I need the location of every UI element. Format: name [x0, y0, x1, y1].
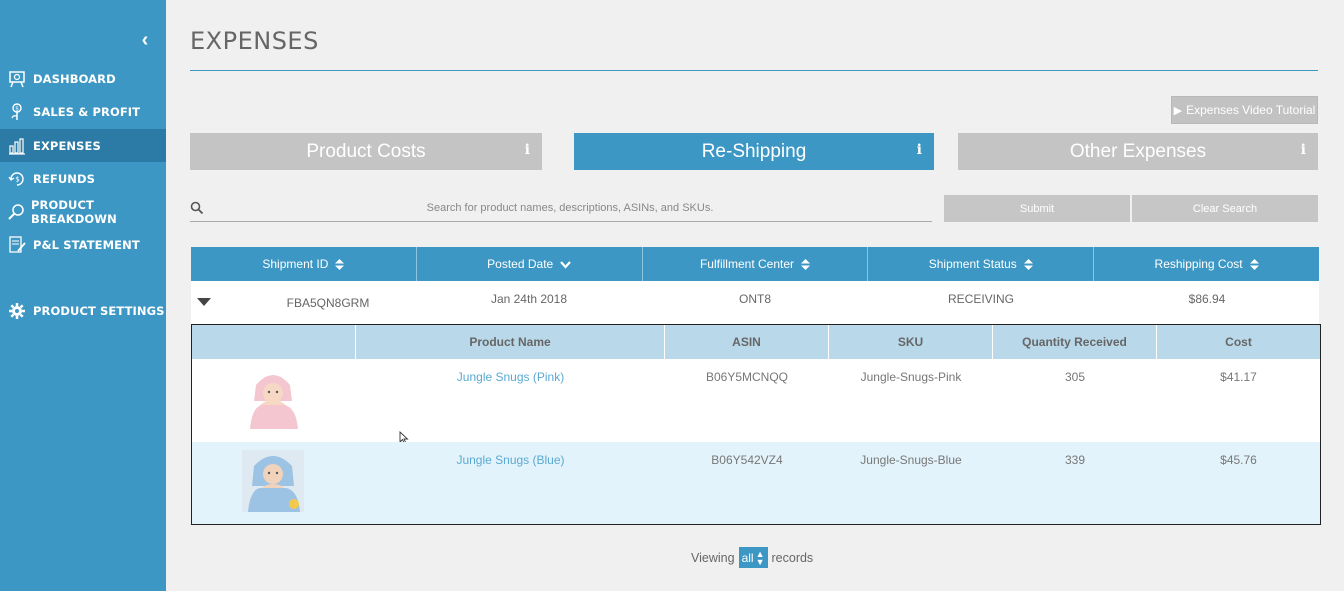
quantity-cell: 305: [1064, 370, 1086, 384]
info-icon[interactable]: i: [917, 142, 922, 158]
column-header-asin: ASIN: [665, 325, 829, 359]
title-divider: [190, 70, 1318, 71]
product-image: [242, 367, 304, 429]
sidebar-item-sales-profit[interactable]: $ SALES & PROFIT: [0, 95, 166, 128]
product-image: [242, 450, 304, 512]
column-header-label: Fulfillment Center: [699, 257, 794, 271]
collapse-sidebar-icon[interactable]: ‹: [136, 30, 154, 50]
video-tutorial-label: Expenses Video Tutorial: [1186, 103, 1316, 117]
video-tutorial-button[interactable]: ▶ Expenses Video Tutorial: [1171, 96, 1318, 124]
product-name-link[interactable]: Jungle Snugs (Pink): [356, 370, 665, 384]
sidebar-item-expenses[interactable]: EXPENSES: [0, 129, 166, 162]
records-count-select[interactable]: all ▲ ▼: [738, 547, 768, 568]
sidebar-item-label: EXPENSES: [33, 138, 101, 153]
shipments-table-header: Shipment ID Posted Date Fulfillment Cent…: [191, 247, 1319, 281]
sidebar-item-label: SALES & PROFIT: [33, 104, 141, 119]
dashboard-icon: [7, 69, 27, 89]
svg-text:$: $: [15, 175, 19, 183]
column-header-quantity-received: Quantity Received: [993, 325, 1157, 359]
clear-search-button[interactable]: Clear Search: [1132, 195, 1318, 222]
select-arrows-icon: ▲ ▼: [755, 548, 765, 567]
cost-cell: $41.17: [1220, 370, 1257, 384]
bar-chart-icon: [7, 136, 27, 156]
quantity-cell: 339: [1064, 453, 1086, 467]
gear-icon: [7, 301, 27, 321]
tab-label: Other Expenses: [1069, 140, 1207, 162]
asin-cell: B06Y5MCNQQ: [705, 370, 789, 384]
sort-icon: [335, 258, 345, 270]
table-row[interactable]: Jungle Snugs (Blue) B06Y542VZ4 Jungle-Sn…: [192, 442, 1320, 524]
column-header-label: Shipment ID: [262, 257, 329, 271]
sort-icon: [1023, 258, 1033, 270]
sidebar-item-product-settings[interactable]: PRODUCT SETTINGS: [0, 294, 166, 327]
tab-re-shipping[interactable]: Re-Shipping i: [574, 133, 934, 170]
chevron-down-icon: [560, 259, 572, 270]
tab-product-costs[interactable]: Product Costs i: [190, 133, 542, 170]
column-header-image: [192, 325, 356, 359]
submit-button[interactable]: Submit: [944, 195, 1130, 222]
column-header-product-name: Product Name: [356, 325, 665, 359]
sidebar-item-dashboard[interactable]: DASHBOARD: [0, 62, 166, 95]
page-title: EXPENSES: [190, 27, 319, 55]
column-header-fulfillment-center[interactable]: Fulfillment Center: [643, 247, 869, 281]
tab-label: Re-Shipping: [701, 140, 807, 162]
play-icon: ▶: [1173, 104, 1183, 117]
sidebar-item-label: PRODUCT BREAKDOWN: [31, 197, 117, 226]
sort-icon: [1249, 258, 1259, 270]
sidebar-item-refunds[interactable]: $ REFUNDS: [0, 162, 166, 195]
refund-icon: $: [7, 169, 27, 189]
tab-label: Product Costs: [306, 140, 426, 162]
money-tree-icon: $: [7, 102, 27, 122]
sidebar-item-label: P&L STATEMENT: [33, 237, 140, 252]
records-count-value: all: [741, 550, 754, 565]
records-viewing-control: Viewing all ▲ ▼ records: [691, 547, 813, 568]
shipment-status-cell: RECEIVING: [947, 292, 1014, 306]
table-row[interactable]: Jungle Snugs (Pink) B06Y5MCNQQ Jungle-Sn…: [192, 359, 1320, 445]
tab-other-expenses[interactable]: Other Expenses i: [958, 133, 1318, 170]
sidebar: ‹ DASHBOARD $ SALES & PROFIT EXPENSES $ …: [0, 0, 166, 591]
sku-cell: Jungle-Snugs-Pink: [860, 370, 962, 384]
column-header-sku: SKU: [829, 325, 993, 359]
column-header-label: Posted Date: [487, 257, 554, 271]
sort-icon: [801, 258, 810, 270]
viewing-prefix-label: Viewing: [691, 550, 735, 565]
viewing-suffix-label: records: [771, 550, 814, 565]
search-input[interactable]: [210, 196, 930, 220]
cost-cell: $45.76: [1220, 453, 1257, 467]
asin-cell: B06Y542VZ4: [711, 453, 783, 467]
column-header-cost: Cost: [1225, 335, 1252, 349]
search-icon: [190, 201, 204, 215]
sidebar-item-label: REFUNDS: [33, 171, 96, 186]
product-name-link[interactable]: Jungle Snugs (Blue): [356, 453, 665, 467]
products-table: Product Name ASIN SKU Quantity Received …: [191, 324, 1321, 525]
sidebar-item-pl-statement[interactable]: P&L STATEMENT: [0, 228, 166, 261]
info-icon[interactable]: i: [1301, 142, 1306, 158]
main-content: EXPENSES ▶ Expenses Video Tutorial Produ…: [166, 0, 1344, 591]
column-header-reshipping-cost[interactable]: Reshipping Cost: [1094, 247, 1319, 281]
column-header-label: Shipment Status: [928, 257, 1017, 271]
column-header-shipment-id[interactable]: Shipment ID: [191, 247, 417, 281]
column-header-posted-date[interactable]: Posted Date: [417, 247, 643, 281]
expand-caret-icon[interactable]: [197, 297, 211, 307]
column-header-shipment-status[interactable]: Shipment Status: [868, 247, 1095, 281]
sidebar-item-label: PRODUCT SETTINGS: [33, 303, 165, 318]
search-bar: [190, 196, 932, 222]
table-row[interactable]: FBA5QN8GRM Jan 24th 2018 ONT8 RECEIVING …: [191, 281, 1319, 324]
posted-date-cell: Jan 24th 2018: [490, 292, 568, 306]
fulfillment-center-cell: ONT8: [738, 292, 771, 306]
reshipping-cost-cell: $86.94: [1188, 292, 1226, 306]
document-edit-icon: [7, 235, 27, 255]
column-header-label: Reshipping Cost: [1154, 257, 1243, 271]
sku-cell: Jungle-Snugs-Blue: [860, 453, 962, 467]
magnifier-icon: [7, 202, 25, 222]
products-table-header: Product Name ASIN SKU Quantity Received …: [192, 325, 1320, 359]
svg-text:$: $: [15, 105, 19, 112]
sidebar-item-label: DASHBOARD: [33, 71, 116, 86]
info-icon[interactable]: i: [525, 142, 530, 158]
shipment-id-cell: FBA5QN8GRM: [286, 296, 370, 310]
sidebar-item-product-breakdown[interactable]: PRODUCT BREAKDOWN: [0, 195, 166, 228]
